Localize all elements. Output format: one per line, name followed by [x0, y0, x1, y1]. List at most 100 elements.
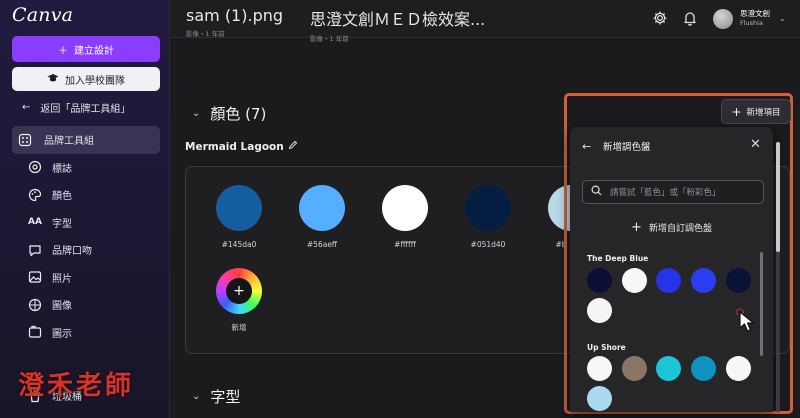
palette-swatch[interactable]	[656, 268, 681, 293]
fonts-section-title: 字型	[210, 388, 241, 406]
palette-swatch[interactable]	[726, 356, 751, 381]
top-bar: sam (1).png 影像・1 年前 思澄文創ＭＥＤ檢效案... 影像・1 年…	[170, 0, 800, 43]
palette-swatch[interactable]	[656, 356, 681, 381]
fonts-section-header[interactable]: ⌄ 字型	[192, 386, 240, 407]
sidebar-item-logos[interactable]: 標誌	[12, 154, 160, 182]
back-label: 返回「品牌工具組」	[40, 104, 131, 115]
add-item-label: 新增項目	[746, 107, 781, 118]
sidebar-item-brand-voice[interactable]: 品牌口吻	[12, 236, 160, 264]
sidebar-item-label: 顏色	[52, 191, 72, 203]
create-design-button[interactable]: ＋ 建立設計	[12, 36, 160, 62]
popup-title: 新增調色盤	[603, 142, 651, 153]
palette-swatch[interactable]	[622, 268, 647, 293]
file-name: 思澄文創ＭＥＤ檢效案...	[310, 10, 486, 29]
palette-name-text: Mermaid Lagoon	[185, 140, 284, 153]
add-color-label: 新增	[231, 323, 247, 332]
add-custom-palette-button[interactable]: + 新增自訂調色盤	[570, 220, 773, 235]
sidebar: Canva ＋ 建立設計 加入學校團隊 ← 返回「品牌工具組」 品牌工具組 標誌…	[0, 0, 170, 418]
palette-group-title: Up Shore	[587, 343, 626, 352]
palette-name[interactable]: Mermaid Lagoon	[185, 140, 298, 153]
add-color-wheel-button[interactable]: +	[216, 268, 262, 314]
file-name: sam (1).png	[186, 6, 284, 25]
color-swatch[interactable]	[465, 185, 511, 231]
chat-icon	[28, 243, 42, 257]
join-school-team-button[interactable]: 加入學校團隊	[12, 67, 160, 91]
color-swatch[interactable]	[216, 185, 262, 231]
join-school-team-label: 加入學校團隊	[65, 75, 125, 87]
palette-icon	[28, 188, 42, 202]
icons-icon	[28, 325, 42, 339]
palette-swatch[interactable]	[587, 356, 612, 381]
add-custom-palette-label: 新增自訂調色盤	[648, 224, 712, 234]
font-icon: AA	[28, 217, 42, 228]
sidebar-item-photos[interactable]: 照片	[12, 264, 160, 292]
color-hex-label: #56aeff	[306, 240, 338, 249]
scrollbar-thumb[interactable]	[776, 142, 780, 252]
create-design-label: 建立設計	[74, 45, 114, 57]
search-placeholder: 請嘗試「藍色」或「粉彩色」	[610, 188, 721, 198]
chevron-down-icon: ⌄	[192, 108, 201, 119]
popup-scrollbar[interactable]	[776, 142, 780, 412]
colors-section-header[interactable]: ⌄ 顏色 (7)	[192, 103, 266, 124]
graphics-icon	[28, 298, 42, 312]
sidebar-item-brand-kit[interactable]: 品牌工具組	[12, 126, 160, 154]
palette-swatch[interactable]	[622, 356, 647, 381]
palette-list-scrollbar[interactable]	[760, 252, 763, 356]
logo-icon	[28, 160, 42, 174]
sidebar-item-icons[interactable]: 圖示	[12, 319, 160, 347]
canva-brand-kit-screen: Canva ＋ 建立設計 加入學校團隊 ← 返回「品牌工具組」 品牌工具組 標誌…	[0, 0, 800, 418]
plus-icon: +	[631, 220, 642, 235]
plus-icon: ＋	[58, 45, 68, 57]
arrow-left-icon: ←	[22, 102, 31, 113]
brand-kit-icon	[18, 133, 32, 147]
sidebar-item-label: 字型	[52, 218, 72, 230]
color-swatch[interactable]	[299, 185, 345, 231]
photo-icon	[28, 270, 42, 284]
close-icon[interactable]: ✕	[750, 137, 761, 152]
sidebar-item-fonts[interactable]: AA 字型	[12, 209, 160, 237]
sidebar-item-label: 標誌	[52, 163, 72, 175]
graduation-cap-icon	[47, 73, 59, 86]
palette-swatch[interactable]	[691, 356, 716, 381]
sidebar-item-label: 品牌口吻	[52, 246, 92, 258]
chevron-down-icon[interactable]: ⌄	[779, 14, 786, 23]
back-to-brand-kit-link[interactable]: ← 返回「品牌工具組」	[22, 100, 130, 115]
plus-icon: +	[226, 278, 252, 304]
sidebar-item-graphics[interactable]: 圖像	[12, 291, 160, 319]
palette-search-input[interactable]: 請嘗試「藍色」或「粉彩色」	[582, 180, 764, 204]
sidebar-item-label: 圖像	[52, 301, 72, 313]
sidebar-item-label: 品牌工具組	[44, 136, 94, 148]
colors-section-title: 顏色 (7)	[210, 105, 267, 123]
palette-group-title: The Deep Blue	[587, 254, 649, 263]
color-hex-label: #145da0	[221, 240, 257, 249]
file-meta: 影像・1 年前	[310, 35, 349, 43]
color-swatch[interactable]	[382, 185, 428, 231]
palette-swatch[interactable]	[587, 386, 612, 411]
color-hex-label: #051d40	[470, 240, 506, 249]
file-meta: 影像・1 年前	[186, 30, 225, 38]
canva-logo[interactable]: Canva	[12, 4, 73, 26]
chevron-down-icon: ⌄	[192, 391, 201, 402]
sidebar-item-label: 圖示	[52, 328, 72, 340]
palette-swatch[interactable]	[587, 298, 612, 323]
recent-file[interactable]: sam (1).png 影像・1 年前	[186, 6, 316, 38]
recent-file[interactable]: 思澄文創ＭＥＤ檢效案... 影像・1 年前	[310, 6, 486, 43]
arrow-left-icon[interactable]: ←	[582, 140, 591, 153]
search-icon	[591, 185, 602, 199]
sidebar-item-colors[interactable]: 顏色	[12, 181, 160, 209]
add-item-button[interactable]: + 新增項目	[721, 99, 791, 124]
gear-icon[interactable]	[652, 10, 668, 30]
palette-swatch[interactable]	[691, 268, 716, 293]
mouse-cursor-icon	[736, 308, 760, 338]
color-hex-label: #ffffff	[394, 240, 416, 249]
add-palette-popup: ← 新增調色盤 ✕ 請嘗試「藍色」或「粉彩色」 + 新增自訂調色盤 The De…	[570, 127, 773, 412]
palette-swatch[interactable]	[726, 268, 751, 293]
teacher-watermark: 澄禾老師	[18, 371, 135, 401]
avatar[interactable]	[713, 9, 733, 29]
user-name: 思澄文創	[740, 9, 770, 18]
palette-swatch[interactable]	[587, 268, 612, 293]
bell-icon[interactable]	[682, 10, 698, 30]
sidebar-item-label: 照片	[52, 273, 72, 285]
pencil-icon[interactable]	[288, 140, 298, 153]
user-team: Flushia	[740, 19, 763, 27]
